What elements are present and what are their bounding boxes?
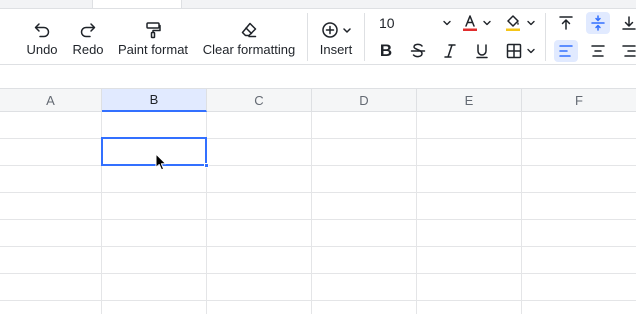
active-tab[interactable] bbox=[92, 0, 182, 8]
row-divider bbox=[0, 273, 636, 274]
undo-label: Undo bbox=[26, 42, 58, 57]
column-header-d[interactable]: D bbox=[312, 89, 417, 111]
paint-brush-icon bbox=[144, 9, 162, 39]
paint-format-button[interactable]: Paint format bbox=[116, 9, 190, 65]
column-header-row: A B C D E F bbox=[0, 88, 636, 112]
toolbar-divider bbox=[364, 13, 365, 61]
mouse-cursor-icon bbox=[155, 153, 168, 176]
column-divider bbox=[521, 112, 522, 314]
chevron-down-icon[interactable] bbox=[481, 17, 493, 29]
insert-label: Insert bbox=[319, 42, 353, 57]
row-divider bbox=[0, 300, 636, 301]
bold-icon[interactable]: B bbox=[376, 40, 396, 62]
chevron-down-icon[interactable] bbox=[525, 17, 537, 29]
row-divider bbox=[0, 246, 636, 247]
redo-icon bbox=[79, 9, 97, 39]
text-color-button[interactable] bbox=[461, 13, 479, 33]
column-header-c[interactable]: C bbox=[207, 89, 312, 111]
align-middle-icon[interactable] bbox=[586, 12, 610, 34]
align-right-icon[interactable] bbox=[620, 40, 636, 62]
strikethrough-icon[interactable] bbox=[408, 40, 428, 62]
eraser-icon bbox=[240, 9, 258, 39]
row-divider bbox=[0, 219, 636, 220]
column-divider bbox=[311, 112, 312, 314]
clear-formatting-label: Clear formatting bbox=[202, 42, 296, 57]
undo-icon bbox=[33, 9, 51, 39]
align-top-icon[interactable] bbox=[556, 12, 576, 34]
chevron-down-icon[interactable] bbox=[441, 17, 453, 29]
undo-button[interactable]: Undo bbox=[22, 9, 62, 65]
toolbar-divider bbox=[307, 13, 308, 61]
fill-color-button[interactable] bbox=[504, 13, 522, 33]
toolbar-divider bbox=[545, 13, 546, 61]
align-left-icon[interactable] bbox=[554, 40, 578, 62]
align-center-icon[interactable] bbox=[588, 40, 608, 62]
selected-cell[interactable] bbox=[101, 137, 207, 166]
row-divider bbox=[0, 165, 636, 166]
clear-formatting-button[interactable]: Clear formatting bbox=[200, 9, 298, 65]
font-size-select[interactable]: 10 bbox=[379, 15, 395, 31]
column-header-f[interactable]: F bbox=[522, 89, 636, 111]
italic-icon[interactable] bbox=[440, 40, 460, 62]
underline-icon[interactable] bbox=[472, 40, 492, 62]
paint-format-label: Paint format bbox=[117, 42, 189, 57]
row-divider bbox=[0, 192, 636, 193]
column-header-b[interactable]: B bbox=[102, 89, 207, 112]
redo-label: Redo bbox=[72, 42, 104, 57]
row-divider bbox=[0, 138, 636, 139]
chevron-down-icon[interactable] bbox=[525, 45, 537, 57]
column-divider bbox=[416, 112, 417, 314]
plus-circle-icon bbox=[321, 9, 351, 39]
align-bottom-icon[interactable] bbox=[620, 12, 636, 34]
insert-button[interactable]: Insert bbox=[316, 9, 356, 65]
column-header-a[interactable]: A bbox=[0, 89, 102, 111]
fill-handle[interactable] bbox=[204, 163, 209, 168]
spreadsheet-grid[interactable] bbox=[0, 112, 636, 314]
column-header-e[interactable]: E bbox=[417, 89, 522, 111]
borders-icon[interactable] bbox=[504, 40, 524, 62]
tab-strip bbox=[0, 0, 636, 8]
toolbar: Undo Redo Paint format Clear formatting bbox=[0, 8, 636, 65]
redo-button[interactable]: Redo bbox=[68, 9, 108, 65]
